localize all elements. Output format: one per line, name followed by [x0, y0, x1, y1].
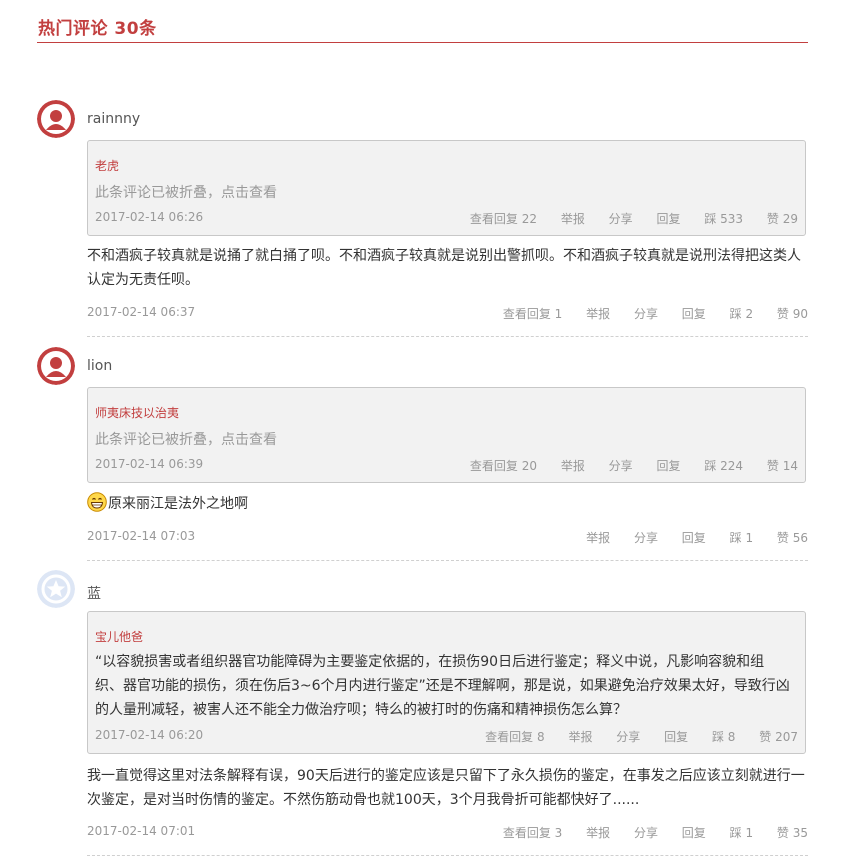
- comment-text: 原来丽江是法外之地啊: [108, 496, 248, 512]
- quoted-comment[interactable]: 师夷床技以治夷 此条评论已被折叠，点击查看 2017-02-14 06:39 查…: [87, 387, 806, 483]
- avatar[interactable]: [37, 570, 75, 608]
- quoted-comment[interactable]: 宝儿他爸 “以容貌损害或者组织器官功能障碍为主要鉴定依据的，在损伤90日后进行鉴…: [87, 611, 806, 754]
- quoted-text: “以容貌损害或者组织器官功能障碍为主要鉴定依据的，在损伤90日后进行鉴定；释义中…: [95, 654, 790, 718]
- divider: [87, 336, 808, 337]
- report-link[interactable]: 举报: [561, 459, 585, 473]
- view-replies-link[interactable]: 查看回复 3: [503, 826, 562, 840]
- share-link[interactable]: 分享: [616, 730, 640, 744]
- report-link[interactable]: 举报: [586, 826, 610, 840]
- view-replies-link[interactable]: 查看回复 8: [485, 730, 544, 744]
- view-replies-link[interactable]: 查看回复 22: [470, 212, 537, 226]
- user-silhouette-icon: [37, 100, 75, 138]
- comment-timestamp: 2017-02-14 07:03: [87, 529, 196, 543]
- folded-notice[interactable]: 此条评论已被折叠，点击查看: [95, 182, 277, 202]
- quoted-comment[interactable]: 老虎 此条评论已被折叠，点击查看 2017-02-14 06:26 查看回复 2…: [87, 140, 806, 236]
- comment-timestamp: 2017-02-14 07:01: [87, 824, 196, 838]
- quoted-actions: 查看回复 8 举报 分享 回复 踩 8 赞 207: [485, 728, 798, 745]
- like-link[interactable]: 赞 35: [777, 826, 808, 840]
- dislike-link[interactable]: 踩 533: [704, 212, 743, 226]
- like-link[interactable]: 赞 207: [759, 730, 798, 744]
- report-link[interactable]: 举报: [586, 531, 610, 545]
- reply-link[interactable]: 回复: [682, 307, 706, 321]
- avatar[interactable]: [37, 347, 75, 385]
- reply-link[interactable]: 回复: [682, 826, 706, 840]
- share-link[interactable]: 分享: [609, 459, 633, 473]
- quoted-username[interactable]: 师夷床技以治夷: [95, 404, 179, 421]
- view-replies-link[interactable]: 查看回复 1: [503, 307, 562, 321]
- reply-link[interactable]: 回复: [657, 459, 681, 473]
- report-link[interactable]: 举报: [568, 730, 592, 744]
- quoted-actions: 查看回复 22 举报 分享 回复 踩 533 赞 29: [470, 210, 798, 227]
- dislike-link[interactable]: 踩 1: [730, 826, 753, 840]
- dislike-link[interactable]: 踩 224: [704, 459, 743, 473]
- quoted-timestamp: 2017-02-14 06:20: [95, 728, 204, 742]
- dislike-link[interactable]: 踩 8: [712, 730, 735, 744]
- share-link[interactable]: 分享: [634, 307, 658, 321]
- like-link[interactable]: 赞 14: [767, 459, 798, 473]
- report-link[interactable]: 举报: [561, 212, 585, 226]
- dislike-link[interactable]: 踩 1: [730, 531, 753, 545]
- dislike-link[interactable]: 踩 2: [730, 307, 753, 321]
- like-link[interactable]: 赞 56: [777, 531, 808, 545]
- comment-actions: 查看回复 3 举报 分享 回复 踩 1 赞 35: [503, 824, 808, 841]
- quoted-username[interactable]: 宝儿他爸: [95, 628, 143, 645]
- comment-text: 我一直觉得这里对法条解释有误，90天后进行的鉴定应该是只留下了永久损伤的鉴定，在…: [87, 768, 805, 808]
- hot-comments-section: 热门评论 30条 rainnny 老虎 此条评论已被折叠，点击查看 2017-0…: [37, 0, 808, 856]
- reply-link[interactable]: 回复: [682, 531, 706, 545]
- quoted-timestamp: 2017-02-14 06:39: [95, 457, 204, 471]
- avatar[interactable]: [37, 100, 75, 138]
- section-header: 热门评论 30条: [37, 0, 808, 43]
- divider: [87, 560, 808, 561]
- quoted-username[interactable]: 老虎: [95, 157, 119, 174]
- folded-notice[interactable]: 此条评论已被折叠，点击查看: [95, 429, 277, 449]
- like-link[interactable]: 赞 90: [777, 307, 808, 321]
- comment-username[interactable]: rainnny: [87, 111, 140, 127]
- reply-link[interactable]: 回复: [664, 730, 688, 744]
- view-replies-link[interactable]: 查看回复 20: [470, 459, 537, 473]
- reply-link[interactable]: 回复: [657, 212, 681, 226]
- comment-text-row: 原来丽江是法外之地啊: [87, 492, 809, 516]
- report-link[interactable]: 举报: [586, 307, 610, 321]
- star-badge-icon: [37, 570, 75, 608]
- quoted-actions: 查看回复 20 举报 分享 回复 踩 224 赞 14: [470, 457, 798, 474]
- grinning-face-icon: [87, 492, 107, 512]
- comment-username[interactable]: lion: [87, 358, 112, 374]
- comment-text: 不和酒疯子较真就是说捅了就白捅了呗。不和酒疯子较真就是说别出警抓呗。不和酒疯子较…: [87, 248, 801, 288]
- comment-timestamp: 2017-02-14 06:37: [87, 305, 196, 319]
- comment-username[interactable]: 蓝: [87, 583, 101, 603]
- share-link[interactable]: 分享: [634, 531, 658, 545]
- user-silhouette-icon: [37, 347, 75, 385]
- section-title: 热门评论 30条: [38, 19, 157, 39]
- like-link[interactable]: 赞 29: [767, 212, 798, 226]
- share-link[interactable]: 分享: [609, 212, 633, 226]
- comment-actions: 查看回复 1 举报 分享 回复 踩 2 赞 90: [503, 305, 808, 322]
- comment-actions: 举报 分享 回复 踩 1 赞 56: [586, 529, 808, 546]
- share-link[interactable]: 分享: [634, 826, 658, 840]
- quoted-timestamp: 2017-02-14 06:26: [95, 210, 204, 224]
